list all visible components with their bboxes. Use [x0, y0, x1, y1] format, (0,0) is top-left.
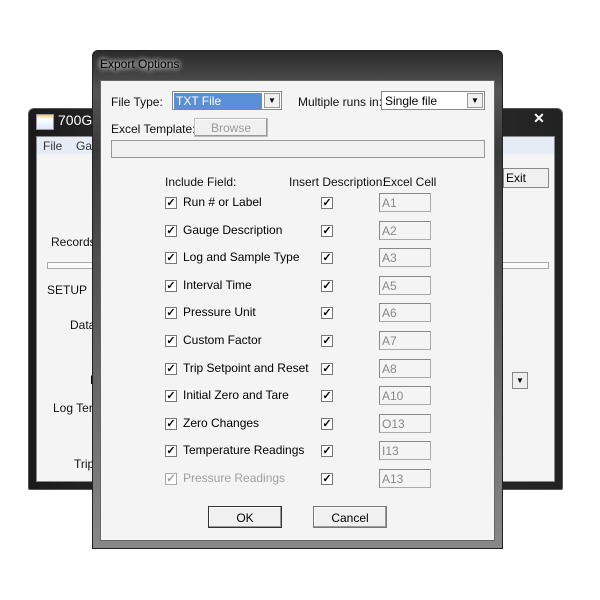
- insert-description-checkbox[interactable]: ✓: [321, 335, 333, 347]
- field-label: Interval Time: [183, 277, 252, 292]
- include-checkbox[interactable]: ✓: [165, 252, 177, 265]
- excel-cell-input[interactable]: A8: [379, 358, 431, 378]
- include-checkbox[interactable]: ✓: [165, 224, 177, 237]
- excel-cell-input[interactable]: A7: [379, 331, 431, 350]
- include-checkbox[interactable]: ✓: [165, 335, 177, 347]
- close-icon[interactable]: ✕: [522, 110, 556, 128]
- browse-button[interactable]: Browse: [194, 118, 268, 137]
- chevron-down-icon[interactable]: ▼: [264, 93, 280, 108]
- field-label: Log and Sample Type: [183, 250, 300, 265]
- insert-description-checkbox[interactable]: ✓: [321, 224, 333, 237]
- insert-description-checkbox[interactable]: ✓: [321, 252, 333, 265]
- excel-cell-input[interactable]: A1: [379, 193, 431, 212]
- progress-bar-left: [47, 262, 97, 269]
- include-checkbox[interactable]: ✓: [165, 390, 177, 403]
- field-label: Temperature Readings: [183, 443, 305, 458]
- background-window-title: 700G: [58, 112, 93, 128]
- chevron-down-icon[interactable]: ▼: [512, 372, 528, 389]
- include-checkbox[interactable]: ✓: [165, 197, 177, 209]
- insert-description-checkbox[interactable]: ✓: [321, 390, 333, 403]
- chevron-down-icon[interactable]: ▼: [467, 93, 483, 108]
- records-label: Records: [51, 235, 96, 249]
- file-type-value: TXT File: [174, 93, 262, 109]
- excel-cell-input[interactable]: A3: [379, 248, 431, 268]
- include-checkbox[interactable]: ✓: [165, 417, 177, 430]
- field-label: Pressure Unit: [183, 305, 256, 320]
- insert-description-checkbox[interactable]: ✓: [321, 307, 333, 320]
- field-label: Zero Changes: [183, 415, 260, 430]
- multiple-runs-label: Multiple runs in:: [298, 95, 383, 109]
- field-label: Pressure Readings: [183, 471, 286, 485]
- field-label: Gauge Description: [183, 222, 283, 237]
- excel-cell-input[interactable]: A5: [379, 275, 431, 295]
- cancel-button[interactable]: Cancel: [313, 506, 387, 528]
- include-field-header: Include Field:: [165, 175, 237, 189]
- exit-button[interactable]: Exit: [503, 168, 549, 188]
- ok-button[interactable]: OK: [208, 506, 282, 528]
- insert-description-checkbox[interactable]: ✓: [321, 197, 333, 209]
- insert-description-header: Insert Description:: [289, 175, 386, 189]
- file-type-label: File Type:: [111, 95, 163, 109]
- progress-bar-right: [500, 262, 549, 269]
- insert-description-checkbox[interactable]: ✓: [321, 473, 333, 485]
- field-label: Initial Zero and Tare: [183, 388, 289, 403]
- file-type-select[interactable]: TXT File ▼: [172, 91, 282, 110]
- menu-file[interactable]: File: [43, 139, 62, 153]
- dialog-title: Export Options: [100, 57, 180, 71]
- excel-cell-input[interactable]: O13: [379, 413, 431, 433]
- excel-cell-input[interactable]: A2: [379, 220, 431, 240]
- excel-cell-input[interactable]: I13: [379, 441, 431, 461]
- excel-cell-input[interactable]: A10: [379, 386, 431, 406]
- insert-description-checkbox[interactable]: ✓: [321, 279, 333, 292]
- insert-description-checkbox[interactable]: ✓: [321, 417, 333, 430]
- field-label: Custom Factor: [183, 333, 262, 347]
- app-chart-icon: [36, 114, 54, 130]
- setup-label: SETUP: [47, 283, 88, 297]
- insert-description-checkbox[interactable]: ✓: [321, 445, 333, 458]
- multiple-runs-select[interactable]: Single file ▼: [381, 91, 485, 110]
- include-checkbox[interactable]: ✓: [165, 445, 177, 458]
- template-path-field[interactable]: [111, 140, 485, 158]
- excel-template-label: Excel Template:: [111, 122, 196, 136]
- excel-cell-input[interactable]: A13: [379, 469, 431, 488]
- include-checkbox[interactable]: ✓: [165, 473, 177, 485]
- include-checkbox[interactable]: ✓: [165, 362, 177, 375]
- field-label: Trip Setpoint and Reset: [183, 360, 309, 375]
- insert-description-checkbox[interactable]: ✓: [321, 362, 333, 375]
- excel-cell-input[interactable]: A6: [379, 303, 431, 323]
- field-label: Run # or Label: [183, 195, 262, 209]
- include-checkbox[interactable]: ✓: [165, 307, 177, 320]
- excel-cell-header: Excel Cell: [383, 175, 437, 189]
- include-checkbox[interactable]: ✓: [165, 279, 177, 292]
- multiple-runs-value: Single file: [385, 94, 438, 108]
